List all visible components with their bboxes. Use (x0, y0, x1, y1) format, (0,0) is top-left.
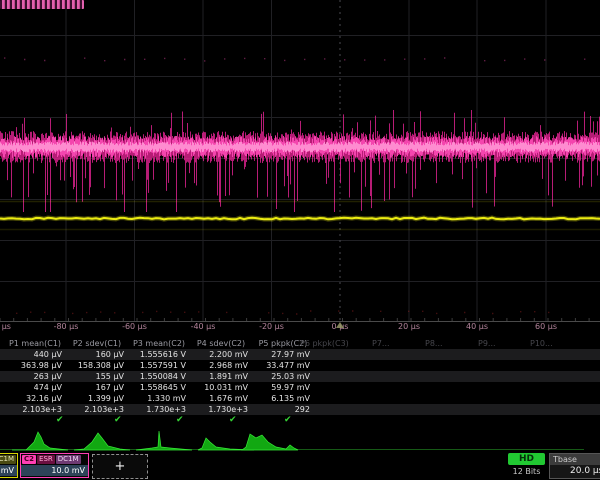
histogram-shape (136, 431, 192, 450)
column-header-unused: P6 pkpk(C3) (300, 339, 349, 348)
measurement-table: P1 mean(C1)P2 sdev(C1)P3 mean(C2)P4 sdev… (0, 338, 600, 428)
waveform-grid-display (0, 0, 600, 336)
c2-trace-outer (1, 110, 600, 212)
table-cell: 263 μV (4, 372, 66, 381)
channel-c2-descriptor[interactable]: C2 ESR DC1M 10.0 mV (20, 453, 89, 478)
table-cell: 1.730e+3 (128, 405, 190, 414)
check-icon: ✔ (176, 415, 184, 425)
adc-bits-label: 12 Bits (505, 467, 548, 476)
histogram-shape (74, 433, 130, 450)
table-cell: 363.98 μV (4, 361, 66, 370)
add-trace-button[interactable]: + (92, 454, 148, 479)
table-cell: 440 μV (4, 350, 66, 359)
table-cell: 1.330 mV (128, 394, 190, 403)
table-cell: 2.200 mV (190, 350, 252, 359)
table-cell: 1.550084 V (128, 372, 190, 381)
c2-label: C2 (22, 455, 36, 464)
table-status-row: ✔ ✔ ✔ ✔ ✔ (0, 415, 600, 426)
column-header: P2 sdev(C1) (62, 339, 132, 348)
c2-coupling-badge: DC1M (56, 455, 81, 464)
axis-tick-label: -100 μs (0, 322, 11, 331)
table-cell: 474 μV (4, 383, 66, 392)
timebase-box[interactable]: Tbase 20.0 μs/div (549, 453, 600, 479)
oscilloscope-screen: -100 μs-80 μs-60 μs-40 μs-20 μs0 μs20 μs… (0, 0, 600, 480)
column-header-unused: P8... (425, 339, 443, 348)
table-cell: 1.730e+3 (190, 405, 252, 414)
axis-ticks (0, 318, 589, 321)
time-axis: -100 μs-80 μs-60 μs-40 μs-20 μs0 μs20 μs… (0, 322, 600, 335)
table-cell: 27.97 mV (252, 350, 314, 359)
table-row: 32.16 μV1.399 μV1.330 mV1.676 mV6.135 mV (0, 393, 600, 404)
table-cell: 10.031 mV (190, 383, 252, 392)
histogram-shape (12, 432, 68, 450)
plus-icon: + (115, 459, 126, 474)
axis-tick-label: -20 μs (259, 322, 284, 331)
histicon-button[interactable] (72, 428, 132, 452)
table-row: 363.98 μV158.308 μV1.557591 V2.968 mV33.… (0, 360, 600, 371)
check-icon: ✔ (56, 415, 64, 425)
table-row: 263 μV155 μV1.550084 V1.891 mV25.03 mV (0, 371, 600, 382)
table-cell: 1.399 μV (66, 394, 128, 403)
table-cell: 2.968 mV (190, 361, 252, 370)
table-cell: 32.16 μV (4, 394, 66, 403)
persistence-dots (16, 311, 549, 314)
histogram-shape (242, 434, 298, 450)
check-icon: ✔ (284, 415, 292, 425)
timebase-title: Tbase (550, 454, 600, 465)
axis-tick-label: 40 μs (466, 322, 488, 331)
histicon-button[interactable] (240, 428, 300, 452)
histicon-button[interactable] (10, 428, 70, 452)
trace-descriptor-badge (0, 0, 84, 9)
table-cell: 1.557591 V (128, 361, 190, 370)
table-cell: 59.97 mV (252, 383, 314, 392)
table-cell: 1.555616 V (128, 350, 190, 359)
table-row: 474 μV167 μV1.558645 V10.031 mV59.97 mV (0, 382, 600, 393)
table-cell: 6.135 mV (252, 394, 314, 403)
table-cell: 2.103e+3 (66, 405, 128, 414)
axis-tick-label: -80 μs (54, 322, 79, 331)
table-cell: 292 (252, 405, 314, 414)
table-cell: 1.891 mV (190, 372, 252, 381)
column-header: P1 mean(C1) (0, 339, 70, 348)
axis-tick-label: -40 μs (191, 322, 216, 331)
c1-trace (0, 218, 600, 220)
c2-esr-badge: ESR (37, 455, 55, 464)
column-header-unused: P9... (478, 339, 496, 348)
trigger-position-icon (336, 322, 344, 328)
table-cell: 167 μV (66, 383, 128, 392)
check-icon: ✔ (114, 415, 122, 425)
column-header: P3 mean(C2) (124, 339, 194, 348)
check-icon: ✔ (229, 415, 237, 425)
axis-tick-label: -60 μs (122, 322, 147, 331)
table-row: 2.103e+32.103e+31.730e+31.730e+3292 (0, 404, 600, 415)
table-cell: 160 μV (66, 350, 128, 359)
table-cell: 2.103e+3 (4, 405, 66, 414)
c2-peak-dots (4, 58, 585, 61)
table-cell: 158.308 μV (66, 361, 128, 370)
c1-scale-value: 0 mV (0, 465, 17, 476)
channel-c1-descriptor[interactable]: DC1M 0 mV (0, 453, 18, 478)
table-cell: 155 μV (66, 372, 128, 381)
table-header-row: P1 mean(C1)P2 sdev(C1)P3 mean(C2)P4 sdev… (0, 338, 600, 349)
table-row: 440 μV160 μV1.555616 V2.200 mV27.97 mV (0, 349, 600, 360)
column-header-unused: P7... (372, 339, 390, 348)
timebase-value: 20.0 μs/div (550, 465, 600, 478)
axis-tick-label: 60 μs (535, 322, 557, 331)
histicon-button[interactable] (134, 428, 194, 452)
column-header: P4 sdev(C2) (186, 339, 256, 348)
table-cell: 1.676 mV (190, 394, 252, 403)
table-cell: 1.558645 V (128, 383, 190, 392)
c2-scale-value: 10.0 mV (21, 465, 88, 476)
column-header-unused: P10... (530, 339, 553, 348)
axis-tick-label: 20 μs (398, 322, 420, 331)
c1-coupling-badge: DC1M (0, 455, 16, 464)
table-cell: 25.03 mV (252, 372, 314, 381)
table-cell: 33.477 mV (252, 361, 314, 370)
hd-mode-badge[interactable]: HD (508, 453, 545, 465)
